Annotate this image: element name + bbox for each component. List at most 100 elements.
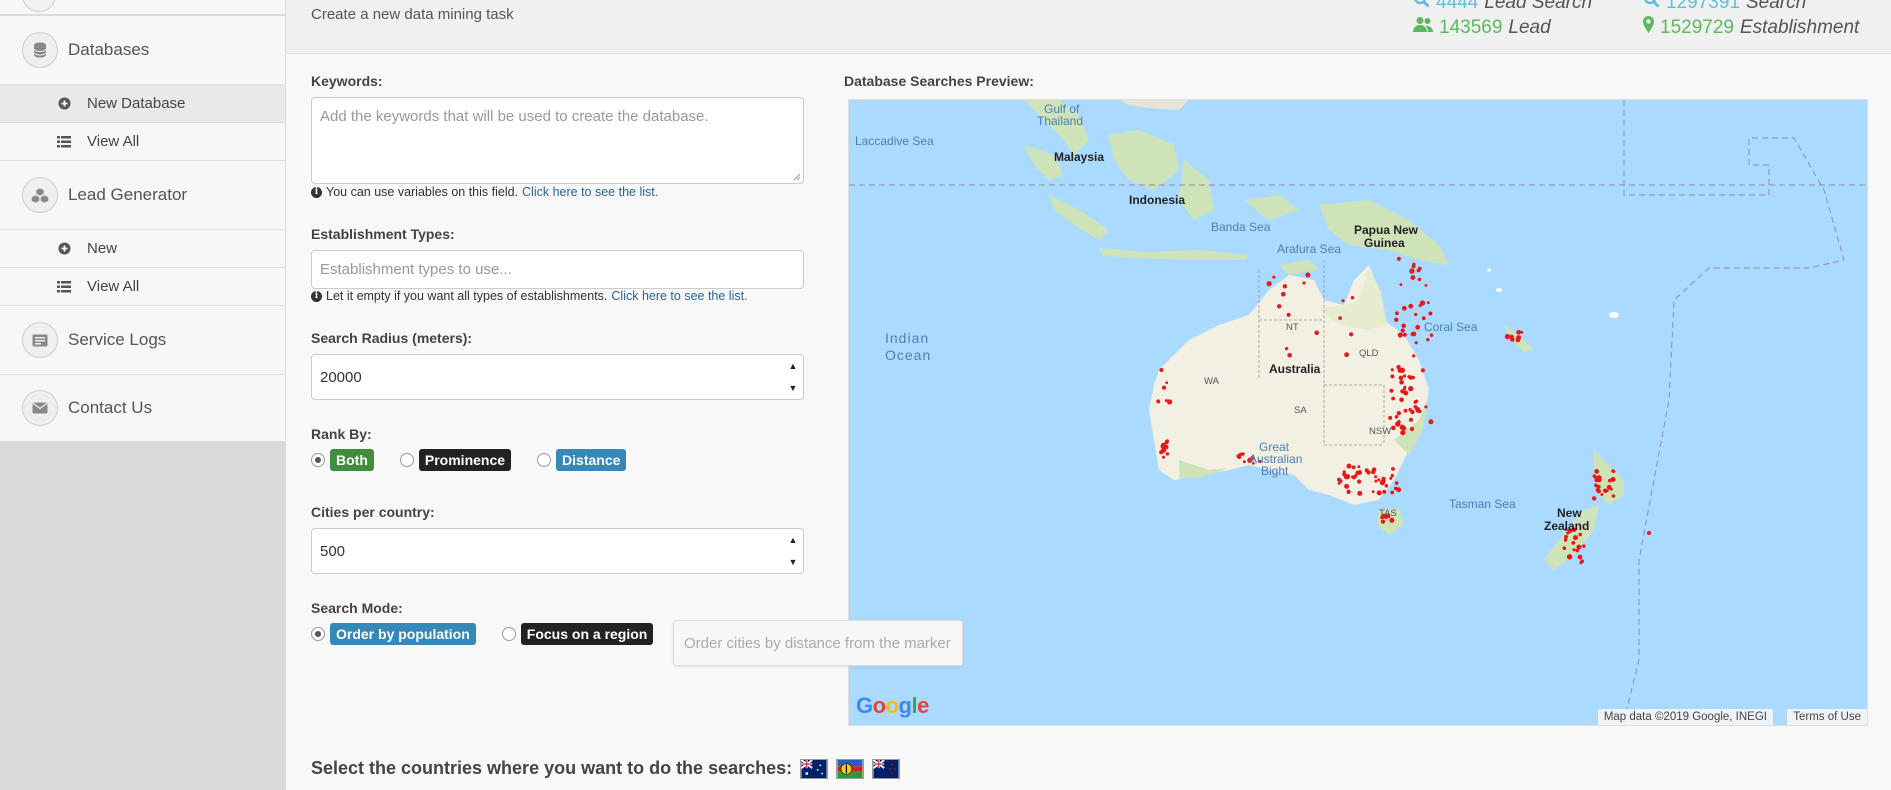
map-marker (1401, 323, 1406, 329)
search-radius-stepper[interactable]: ▲ ▼ (783, 355, 803, 399)
mode-population-radio[interactable] (311, 627, 325, 641)
establishment-types-help: i Let it empty if you want all types of … (311, 289, 748, 303)
map-marker (1357, 490, 1363, 496)
sidebar-item-label: Service Logs (68, 330, 167, 349)
map-label: Coral Sea (1424, 320, 1478, 334)
map-marker (1408, 303, 1414, 309)
map-marker (1399, 380, 1404, 385)
rank-prominence-radio[interactable] (399, 453, 414, 467)
keywords-placeholder: Add the keywords that will be used to cr… (320, 108, 709, 125)
map-marker (1580, 559, 1585, 564)
map-marker (1595, 488, 1600, 492)
map-marker (1355, 470, 1360, 475)
map-marker (1159, 450, 1164, 455)
mode-region-radio[interactable] (501, 627, 516, 641)
map-label: Arafura Sea (1277, 242, 1342, 256)
map-label: Ocean (885, 347, 932, 363)
search-radius-input[interactable]: 20000 ▲ ▼ (311, 354, 804, 400)
map-marker (1420, 368, 1425, 373)
map-marker (1398, 375, 1404, 381)
map-marker (1562, 546, 1567, 550)
map-title: Database Searches Preview: (844, 73, 1034, 89)
sidebar-item-label: Lead Generator (68, 185, 188, 204)
mode-region-label[interactable]: Focus on a region (520, 623, 654, 645)
australia-flag[interactable] (800, 758, 829, 779)
search-mode-label: Search Mode: (311, 600, 403, 616)
sidebar-item-label: View All (87, 278, 140, 295)
map-marker (1414, 312, 1418, 317)
map-attribution: Map data ©2019 Google, INEGI (1597, 709, 1773, 725)
map-marker (1285, 347, 1289, 351)
sidebar-item-new-database[interactable]: New Database (0, 85, 285, 123)
stat-search: 1297391 Search (1643, 0, 1806, 14)
map-marker (1394, 481, 1399, 485)
envelope-icon (22, 390, 58, 426)
map-marker (1162, 446, 1166, 451)
map-marker (1159, 368, 1164, 372)
stepper-up-icon[interactable]: ▲ (783, 529, 803, 551)
search-radius-label: Search Radius (meters): (311, 330, 473, 346)
map-marker (1571, 541, 1576, 545)
map-marker (1346, 463, 1352, 469)
new-zealand-flag[interactable] (872, 758, 901, 779)
map-marker (1399, 425, 1404, 430)
map-marker (1419, 300, 1426, 306)
map-marker (1380, 519, 1386, 524)
map-marker (1395, 311, 1399, 316)
map-marker (1424, 405, 1428, 409)
map-marker (1600, 493, 1604, 496)
rank-by-options: Both Prominence Distance (311, 449, 652, 471)
cities-per-country-stepper[interactable]: ▲ ▼ (783, 529, 803, 573)
rank-both-label[interactable]: Both (330, 449, 374, 471)
map-marker (1389, 476, 1393, 480)
rank-distance-radio[interactable] (537, 453, 552, 467)
map-marker (1414, 341, 1418, 345)
stepper-down-icon[interactable]: ▼ (783, 377, 803, 399)
establishment-types-input[interactable]: Establishment types to use... (311, 250, 804, 289)
map-marker (1390, 473, 1394, 478)
stepper-down-icon[interactable]: ▼ (783, 551, 803, 573)
map-label: Malaysia (1054, 150, 1105, 164)
map-label: QLD (1359, 348, 1379, 359)
new-caledonia-flag[interactable] (836, 758, 865, 779)
map-marker (1399, 367, 1405, 373)
sidebar-item-lead-generator[interactable]: Lead Generator (0, 161, 285, 230)
map-marker (1388, 415, 1393, 420)
mode-population-label[interactable]: Order by population (330, 623, 476, 645)
rank-distance-label[interactable]: Distance (556, 449, 627, 471)
map-marker (1409, 268, 1415, 274)
map-marker (1582, 544, 1586, 548)
map-marker (1351, 475, 1354, 479)
map-marker (1416, 409, 1420, 413)
rank-prominence-label[interactable]: Prominence (418, 449, 512, 471)
cities-per-country-input[interactable]: 500 ▲ ▼ (311, 528, 804, 574)
map-marker (1403, 408, 1408, 413)
sidebar-item-contact-us[interactable]: Contact Us (0, 375, 285, 442)
sidebar-item-service-logs[interactable]: Service Logs (0, 306, 285, 375)
keywords-variables-link[interactable]: Click here to see the list. (522, 185, 658, 199)
sidebar-item-view-all-leads[interactable]: View All (0, 268, 285, 306)
sidebar-item-label: Databases (68, 40, 150, 59)
main-content: Create a new data mining task 4444 Lead … (285, 0, 1891, 790)
map-label: NT (1286, 322, 1299, 333)
map-marker (1165, 381, 1169, 385)
map-marker (1411, 375, 1415, 380)
map-marker (1429, 333, 1434, 337)
sidebar-item-view-all-databases[interactable]: View All (0, 123, 285, 161)
terms-of-use-link[interactable]: Terms of Use (1786, 709, 1867, 725)
map-marker (1575, 548, 1579, 553)
map-marker (1277, 304, 1282, 309)
map-marker (1408, 408, 1412, 412)
map-marker (1344, 352, 1349, 358)
establishment-types-list-link[interactable]: Click here to see the list. (611, 289, 747, 303)
map-marker (1302, 281, 1306, 285)
keywords-textarea[interactable]: Add the keywords that will be used to cr… (311, 97, 804, 184)
map-preview[interactable]: Gulf of Thailand Laccadive Sea Malaysia … (848, 99, 1868, 726)
map-marker-icon (1643, 16, 1654, 39)
rank-both-radio[interactable] (311, 453, 325, 467)
map-marker (1409, 426, 1415, 432)
stepper-up-icon[interactable]: ▲ (783, 355, 803, 377)
establishment-types-label: Establishment Types: (311, 226, 455, 242)
sidebar-item-new-lead[interactable]: New (0, 230, 285, 268)
sidebar-item-databases[interactable]: Databases (0, 16, 285, 85)
